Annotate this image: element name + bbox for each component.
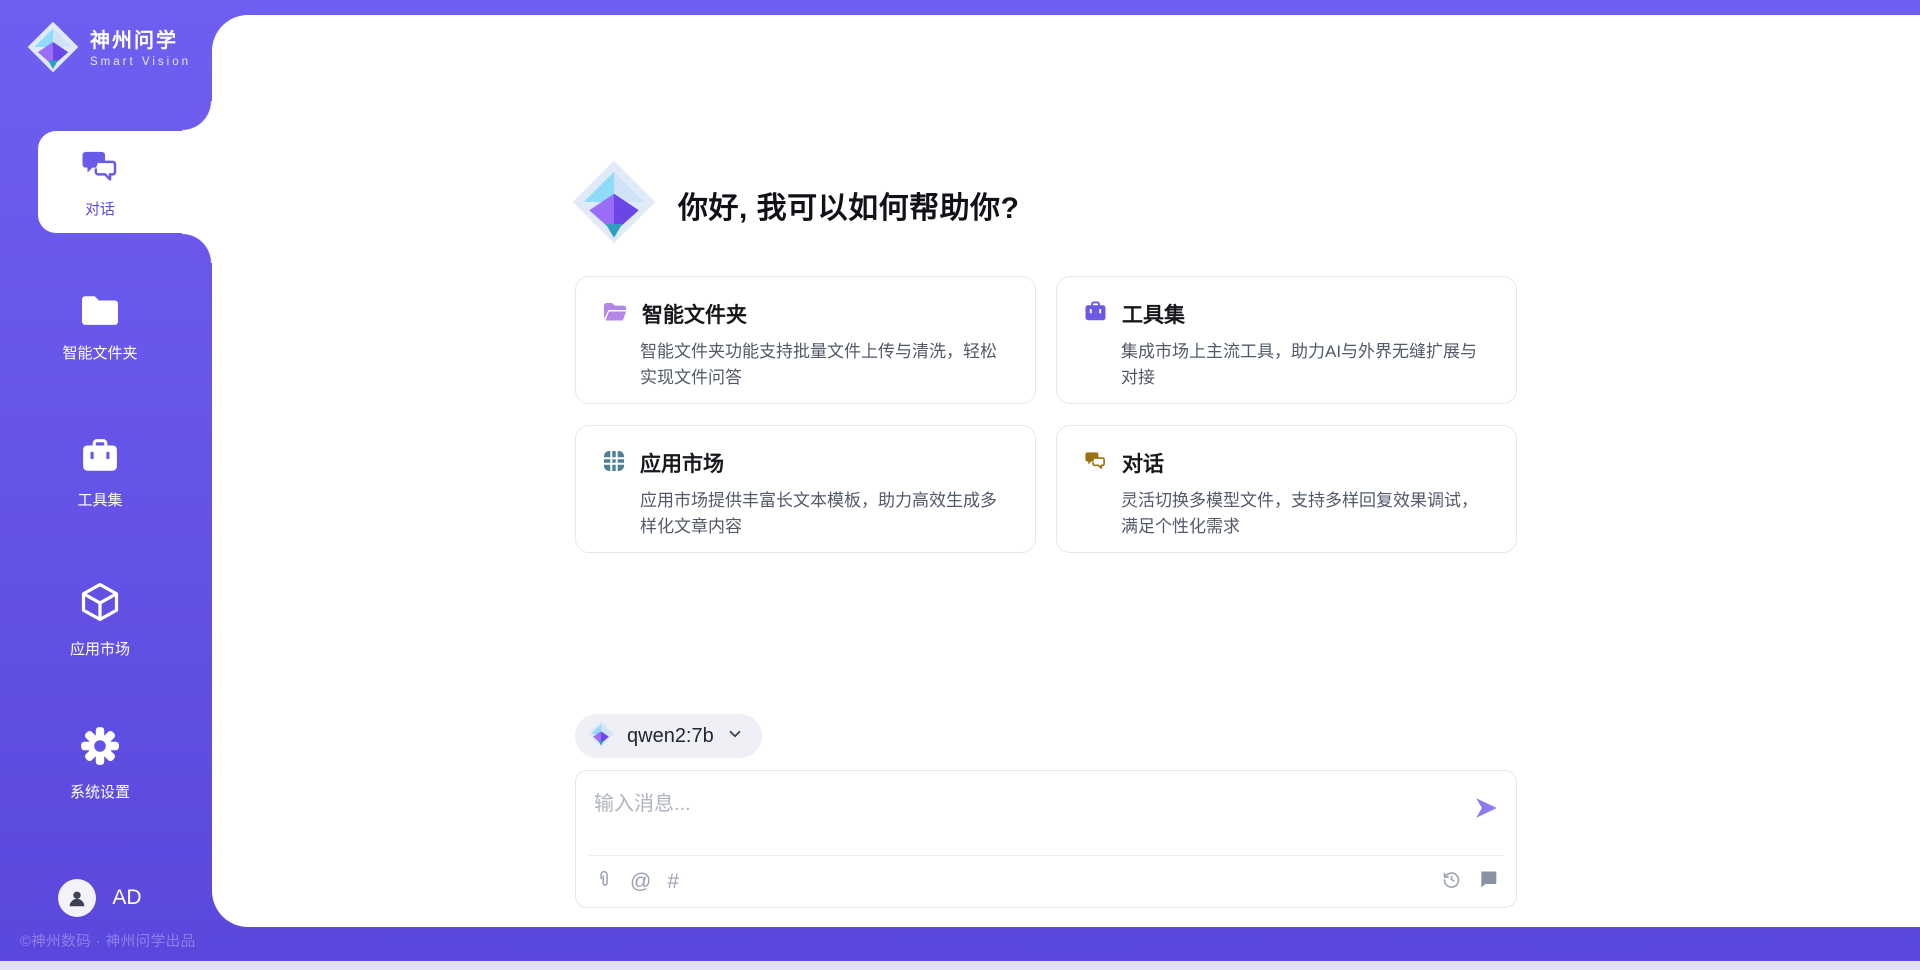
card-desc: 灵活切换多模型文件，支持多样回复效果调试，满足个性化需求	[1121, 488, 1490, 539]
feature-cards: 智能文件夹 智能文件夹功能支持批量文件上传与清洗，轻松实现文件问答 工具集 集成…	[575, 276, 1517, 553]
card-desc: 集成市场上主流工具，助力AI与外界无缝扩展与对接	[1121, 339, 1490, 390]
gear-icon	[79, 725, 121, 772]
composer: @ #	[575, 770, 1517, 908]
sidebar-item-app-market[interactable]: 应用市场	[0, 580, 200, 659]
card-app-market[interactable]: 应用市场 应用市场提供丰富长文本模板，助力高效生成多样化文章内容	[575, 425, 1036, 553]
chevron-down-icon	[726, 725, 744, 748]
card-desc: 应用市场提供丰富长文本模板，助力高效生成多样化文章内容	[640, 488, 1009, 539]
card-desc: 智能文件夹功能支持批量文件上传与清洗，轻松实现文件问答	[640, 339, 1009, 390]
greeting-logo-icon	[570, 158, 658, 251]
card-title: 智能文件夹	[642, 299, 747, 329]
brand: 神州问学 Smart Vision	[26, 20, 191, 79]
greeting-title: 你好, 我可以如何帮助你?	[678, 183, 1020, 227]
card-title: 应用市场	[640, 448, 724, 478]
card-title: 工具集	[1122, 299, 1185, 329]
hash-button[interactable]: #	[667, 870, 679, 894]
composer-divider	[588, 855, 1504, 856]
app-root: 神州问学 Smart Vision 对话	[0, 0, 1920, 970]
quick-chat-button[interactable]	[1478, 869, 1498, 895]
tab-fillet-bottom	[182, 233, 212, 263]
mention-button[interactable]: @	[630, 870, 651, 894]
brand-name: 神州问学	[90, 30, 191, 52]
sidebar: 神州问学 Smart Vision 对话	[0, 0, 212, 970]
message-input[interactable]	[576, 771, 1454, 849]
sidebar-item-smart-folder[interactable]: 智能文件夹	[0, 292, 200, 363]
tab-fillet-top	[182, 101, 212, 131]
sidebar-item-label: 对话	[85, 198, 115, 219]
card-smart-folder[interactable]: 智能文件夹 智能文件夹功能支持批量文件上传与清洗，轻松实现文件问答	[575, 276, 1036, 404]
brand-subtitle: Smart Vision	[90, 56, 191, 69]
brand-logo-icon	[26, 20, 80, 79]
folder-open-icon	[602, 301, 628, 328]
sidebar-item-label: 系统设置	[70, 781, 130, 802]
sidebar-item-settings[interactable]: 系统设置	[0, 725, 200, 802]
sidebar-item-label: 智能文件夹	[62, 342, 137, 363]
send-icon	[1473, 795, 1499, 824]
send-button[interactable]	[1472, 795, 1500, 823]
cube-icon	[78, 580, 122, 629]
copyright: ©神州数码 · 神州问学出品	[20, 930, 220, 951]
grid-icon	[602, 449, 626, 478]
attach-button[interactable]	[594, 868, 614, 896]
paperclip-icon	[594, 868, 614, 896]
at-icon: @	[630, 870, 651, 894]
briefcase-icon	[1083, 300, 1108, 328]
model-logo-icon	[587, 720, 615, 753]
sidebar-item-toolkit[interactable]: 工具集	[0, 437, 200, 510]
card-toolkit[interactable]: 工具集 集成市场上主流工具，助力AI与外界无缝扩展与对接	[1056, 276, 1517, 404]
history-icon	[1441, 869, 1462, 896]
folder-icon	[78, 292, 122, 333]
chat-bubble-icon	[1478, 869, 1498, 895]
sidebar-item-label: 工具集	[77, 489, 122, 510]
chat-icon	[1083, 449, 1108, 477]
sidebar-item-label: 应用市场	[70, 638, 130, 659]
avatar	[58, 879, 96, 917]
history-button[interactable]	[1441, 869, 1462, 896]
bottom-strip	[0, 961, 1920, 970]
briefcase-icon	[78, 437, 122, 480]
hash-icon: #	[667, 870, 679, 894]
chat-bubbles-icon	[79, 146, 121, 191]
greeting: 你好, 我可以如何帮助你?	[570, 158, 1020, 251]
user-badge[interactable]: AD	[0, 868, 200, 928]
user-initials: AD	[112, 886, 141, 910]
card-title: 对话	[1122, 448, 1164, 478]
model-selector[interactable]: qwen2:7b	[575, 714, 762, 758]
sidebar-item-chat[interactable]: 对话	[38, 131, 212, 233]
card-chat[interactable]: 对话 灵活切换多模型文件，支持多样回复效果调试，满足个性化需求	[1056, 425, 1517, 553]
model-name: qwen2:7b	[627, 725, 714, 748]
